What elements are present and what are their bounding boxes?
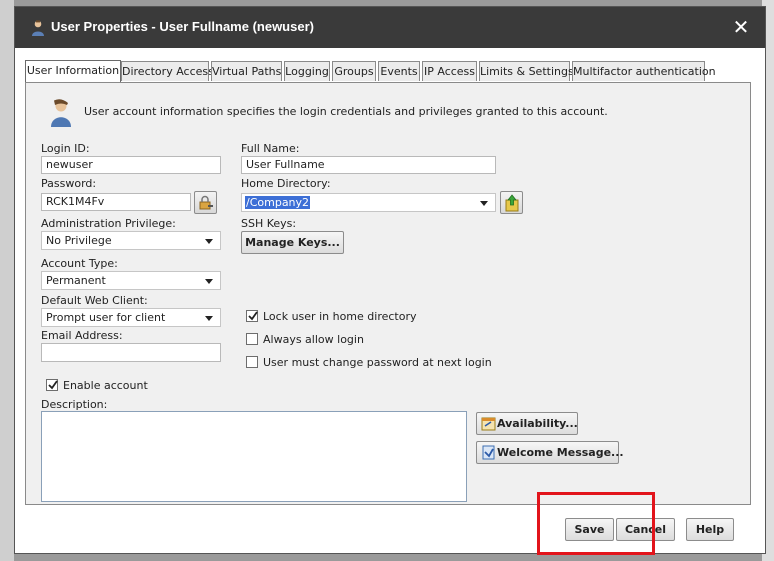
availability-button[interactable]: Availability... — [476, 412, 578, 435]
home-directory-select[interactable]: /Company2 — [241, 193, 496, 212]
welcome-message-icon — [481, 445, 496, 467]
tab-multifactor-authentication[interactable]: Multifactor authentication — [572, 61, 716, 81]
home-directory-label: Home Directory: — [241, 177, 331, 190]
title-bar[interactable]: User Properties - User Fullname (newuser… — [15, 7, 765, 48]
welcome-message-button[interactable]: Welcome Message... — [476, 441, 624, 467]
login-id-input[interactable]: newuser — [41, 156, 221, 174]
background-left — [0, 0, 14, 561]
account-type-select[interactable]: Permanent — [41, 271, 221, 290]
always-allow-login-label: Always allow login — [263, 333, 364, 346]
generate-password-button[interactable] — [194, 191, 217, 214]
login-id-label: Login ID: — [41, 142, 90, 155]
web-client-select[interactable]: Prompt user for client — [41, 308, 221, 327]
ssh-keys-label: SSH Keys: — [241, 217, 297, 230]
home-directory-value: /Company2 — [245, 196, 311, 209]
key-lock-icon — [198, 195, 214, 214]
admin-privilege-value: No Privilege — [46, 234, 112, 247]
availability-label: Availability... — [497, 417, 578, 430]
folder-up-icon — [504, 194, 520, 215]
tab-logging[interactable]: Logging — [284, 61, 330, 81]
description-label: Description: — [41, 398, 108, 411]
user-properties-dialog: User Properties - User Fullname (newuser… — [14, 6, 766, 554]
manage-keys-button[interactable]: Manage Keys... — [241, 231, 344, 254]
must-change-password-checkbox[interactable] — [246, 356, 258, 368]
info-text: User account information specifies the l… — [84, 105, 608, 118]
lock-home-checkbox[interactable] — [246, 310, 258, 322]
tab-groups[interactable]: Groups — [332, 61, 376, 81]
window-title: User Properties - User Fullname (newuser… — [51, 19, 314, 34]
chevron-down-icon — [205, 316, 213, 321]
chevron-down-icon — [205, 239, 213, 244]
must-change-password-label: User must change password at next login — [263, 356, 492, 369]
email-input[interactable] — [41, 343, 221, 362]
admin-privilege-label: Administration Privilege: — [41, 217, 176, 230]
web-client-label: Default Web Client: — [41, 294, 148, 307]
chevron-down-icon — [480, 201, 488, 206]
web-client-value: Prompt user for client — [46, 311, 166, 324]
enable-account-label: Enable account — [63, 379, 148, 392]
enable-account-checkbox[interactable] — [46, 379, 58, 391]
close-icon: ✕ — [732, 15, 750, 39]
tab-user-information[interactable]: User Information — [25, 60, 121, 82]
password-input[interactable]: RCK1M4Fv — [41, 193, 191, 211]
chevron-down-icon — [205, 279, 213, 284]
user-information-panel: User account information specifies the l… — [25, 82, 751, 505]
tab-directory-access[interactable]: Directory Access — [121, 61, 214, 81]
save-button[interactable]: Save — [565, 518, 614, 541]
description-textarea[interactable] — [41, 411, 467, 502]
account-type-value: Permanent — [46, 274, 106, 287]
account-info-icon — [50, 99, 72, 130]
tab-events[interactable]: Events — [378, 61, 420, 81]
browse-folder-button[interactable] — [500, 191, 523, 214]
tab-limits-settings[interactable]: Limits & Settings — [479, 61, 574, 81]
close-button[interactable]: ✕ — [731, 16, 751, 38]
user-icon — [31, 20, 45, 36]
admin-privilege-select[interactable]: No Privilege — [41, 231, 221, 250]
lock-home-label: Lock user in home directory — [263, 310, 417, 323]
email-label: Email Address: — [41, 329, 123, 342]
cancel-button[interactable]: Cancel — [616, 518, 675, 541]
welcome-message-label: Welcome Message... — [497, 446, 624, 459]
full-name-label: Full Name: — [241, 142, 300, 155]
always-allow-login-checkbox[interactable] — [246, 333, 258, 345]
full-name-input[interactable]: User Fullname — [241, 156, 496, 174]
tab-ip-access[interactable]: IP Access — [422, 61, 477, 81]
account-type-label: Account Type: — [41, 257, 118, 270]
calendar-icon — [481, 416, 496, 438]
password-label: Password: — [41, 177, 97, 190]
help-button[interactable]: Help — [686, 518, 734, 541]
tab-virtual-paths[interactable]: Virtual Paths — [211, 61, 282, 81]
